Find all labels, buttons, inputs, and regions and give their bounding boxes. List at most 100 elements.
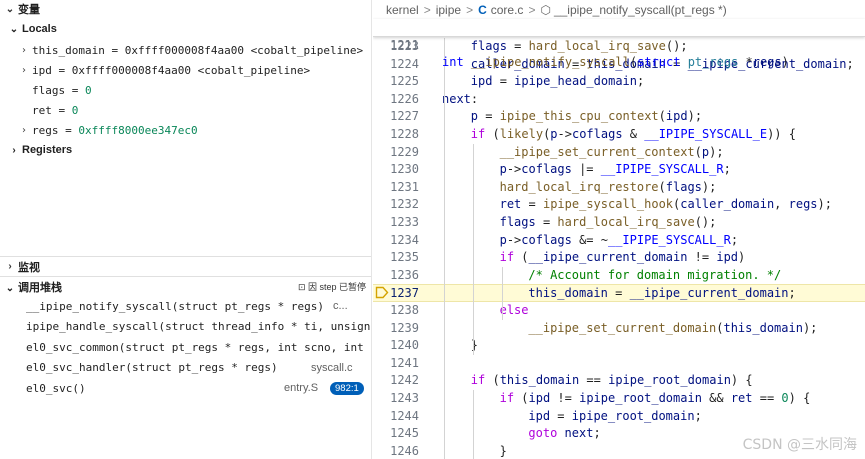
watermark: CSDN @三水同海 [742,437,857,453]
sticky-scroll-header[interactable]: 1211 int __ipipe_notify_syscall(struct p… [373,19,865,69]
stack-frame[interactable]: ipipe_handle_syscall(struct thread_info … [0,317,371,338]
variable-row[interactable]: › this_domain = 0xffff000008f4aa00 <coba… [0,40,371,60]
code-text: flags = hard_local_irq_save(); [499,215,717,229]
indent-guide [472,390,474,459]
code-text: flags = hard_local_irq_save(); [470,39,688,53]
line-number[interactable]: 1238 [373,302,419,320]
indent-guide [501,266,503,320]
breadcrumb-separator: > [466,2,474,17]
stack-frame[interactable]: el0_svc_common(struct pt_regs * regs, in… [0,337,371,358]
line-number[interactable]: 1246 [373,443,419,459]
debug-sidebar: ⌄ 变量 ⌄ Locals › this_domain = 0xffff0000… [0,0,372,459]
code-text: if (likely(p->coflags & __IPIPE_SYSCALL_… [470,127,796,141]
code-line[interactable]: 1241 [373,355,865,373]
breadcrumb-item[interactable]: core.c [491,3,524,17]
chevron-down-icon: ⌄ [5,282,15,294]
variable-name: flags [32,83,66,97]
line-number[interactable]: 1243 [373,390,419,408]
code-line[interactable]: 1236 /* Account for domain migration. */ [373,267,865,285]
frame-function: el0_svc() [26,381,86,395]
frame-file: entry.S [284,382,319,395]
line-number[interactable]: 1231 [373,179,419,197]
frame-function: el0_svc_handler(struct pt_regs * regs) [26,361,278,375]
code-line[interactable]: 1243 if (ipd != ipipe_root_domain && ret … [373,390,865,408]
code-text: goto next; [528,426,601,441]
code-line[interactable]: 1233 flags = hard_local_irq_save(); [373,214,865,232]
code-text: if (__ipipe_current_domain != ipd) [499,250,746,265]
code-line[interactable]: 1223 flags = hard_local_irq_save(); [373,38,865,56]
code-line[interactable]: 1225 ipd = ipipe_head_domain; [373,73,865,91]
code-line[interactable]: 1242 if (this_domain == ipipe_root_domain… [373,372,865,390]
stack-frame[interactable]: __ipipe_notify_syscall(struct pt_regs * … [0,296,371,317]
line-number[interactable]: 1244 [373,408,419,426]
line-number[interactable]: 1245 [373,425,419,443]
variables-section-header[interactable]: ⌄ 变量 [0,0,371,18]
code-text: p = ipipe_this_cpu_context(ipd); [470,109,703,124]
line-number[interactable]: 1241 [373,355,419,373]
variable-name: this_domain [32,43,105,57]
code-line[interactable]: 1230 p->coflags |= __IPIPE_SYSCALL_R; [373,161,865,179]
registers-label: Registers [22,144,73,156]
registers-scope[interactable]: › Registers [0,140,371,160]
variable-row[interactable]: ret = 0 [0,100,371,120]
line-number[interactable]: 1235 [373,249,419,267]
watch-section: › 监视 [0,256,371,276]
line-column-badge: 982:1 [330,381,364,395]
code-line[interactable]: 1231 hard_local_irq_restore(flags); [373,179,865,197]
watch-section-header[interactable]: › 监视 [0,256,371,276]
variable-row[interactable]: flags = 0 [0,80,371,100]
code-line[interactable]: 1238 else [373,302,865,320]
line-number[interactable]: 1232 [373,196,419,214]
line-number[interactable]: 1229 [373,144,419,162]
current-execution-line[interactable]: 1237 this_domain = __ipipe_current_domain… [373,284,865,302]
watch-title: 监视 [18,261,40,274]
line-number[interactable]: 1227 [373,108,419,126]
code-line[interactable]: 1227 p = ipipe_this_cpu_context(ipd); [373,108,865,126]
chevron-right-icon[interactable]: › [18,125,30,136]
line-number[interactable]: 1236 [373,267,419,285]
line-number[interactable]: 1240 [373,337,419,355]
variable-value: 0 [71,103,79,117]
line-number[interactable]: 1239 [373,320,419,338]
variable-name: ipd [32,63,52,77]
code-line[interactable]: 1232 ret = ipipe_syscall_hook(caller_doma… [373,196,865,214]
code-text: ret = ipipe_syscall_hook(caller_domain, … [499,197,832,212]
code-line[interactable]: 1229 __ipipe_set_current_context(p); [373,144,865,162]
line-number[interactable]: 1234 [373,232,419,250]
code-text: this_domain = __ipipe_current_domain; [528,286,796,301]
chevron-right-icon[interactable]: › [18,65,30,76]
breadcrumb: kernel > ipipe > C core.c > ⬡ __ipipe_no… [373,0,865,19]
chevron-right-icon[interactable]: › [18,45,30,56]
variable-row[interactable]: › ipd = 0xffff000008f4aa00 <cobalt_pipel… [0,60,371,80]
breadcrumb-item[interactable]: ipipe [436,3,461,17]
code-text: ipd = ipipe_root_domain; [528,408,702,423]
code-line[interactable]: 1240} [373,337,865,355]
call-stack-section: ⌄ 调用堆栈 ⊡ 因 step 已暂停 __ipipe_notify_syscal… [0,276,371,399]
line-number: 1211 [390,37,419,52]
line-number[interactable]: 1228 [373,126,419,144]
code-line[interactable]: 1235 if (__ipipe_current_domain != ipd) [373,249,865,267]
stack-frame[interactable]: el0_svc_handler(struct pt_regs * regs) s… [0,358,371,379]
code-line[interactable]: 1239 __ipipe_set_current_domain(this_doma… [373,320,865,338]
code-line[interactable]: 1244 ipd = ipipe_root_domain; [373,408,865,426]
code-editor[interactable]: kernel > ipipe > C core.c > ⬡ __ipipe_no… [373,0,865,459]
breadcrumb-item[interactable]: kernel [386,3,419,17]
line-number[interactable]: 1233 [373,214,419,232]
code-text: if (ipd != ipipe_root_domain && ret == 0… [499,391,811,405]
code-line[interactable]: 1228 if (likely(p->coflags & __IPIPE_SYSC… [373,126,865,144]
code-text: hard_local_irq_restore(flags); [499,179,717,194]
line-number[interactable]: 1226 [373,91,419,109]
line-number[interactable]: 1242 [373,372,419,390]
code-line[interactable]: 1226 next: [373,91,865,109]
line-number[interactable]: 1230 [373,161,419,179]
locals-scope[interactable]: ⌄ Locals [0,18,371,40]
indent-guide [472,143,474,355]
breadcrumb-item[interactable]: __ipipe_notify_syscall(pt_regs *) [554,3,727,17]
stack-frame[interactable]: el0_svc() entry.S 982:1 [0,378,371,399]
variable-row[interactable]: › regs = 0xffff8000ee347ec0 [0,120,371,140]
code-text: } [499,443,507,458]
frame-file: syscall.c [311,361,353,374]
code-line[interactable]: 1234 p->coflags &= ~__IPIPE_SYSCALL_R; [373,232,865,250]
call-stack-header[interactable]: ⌄ 调用堆栈 ⊡ 因 step 已暂停 [0,276,371,296]
pause-status: ⊡ 因 step 已暂停 [297,282,366,292]
